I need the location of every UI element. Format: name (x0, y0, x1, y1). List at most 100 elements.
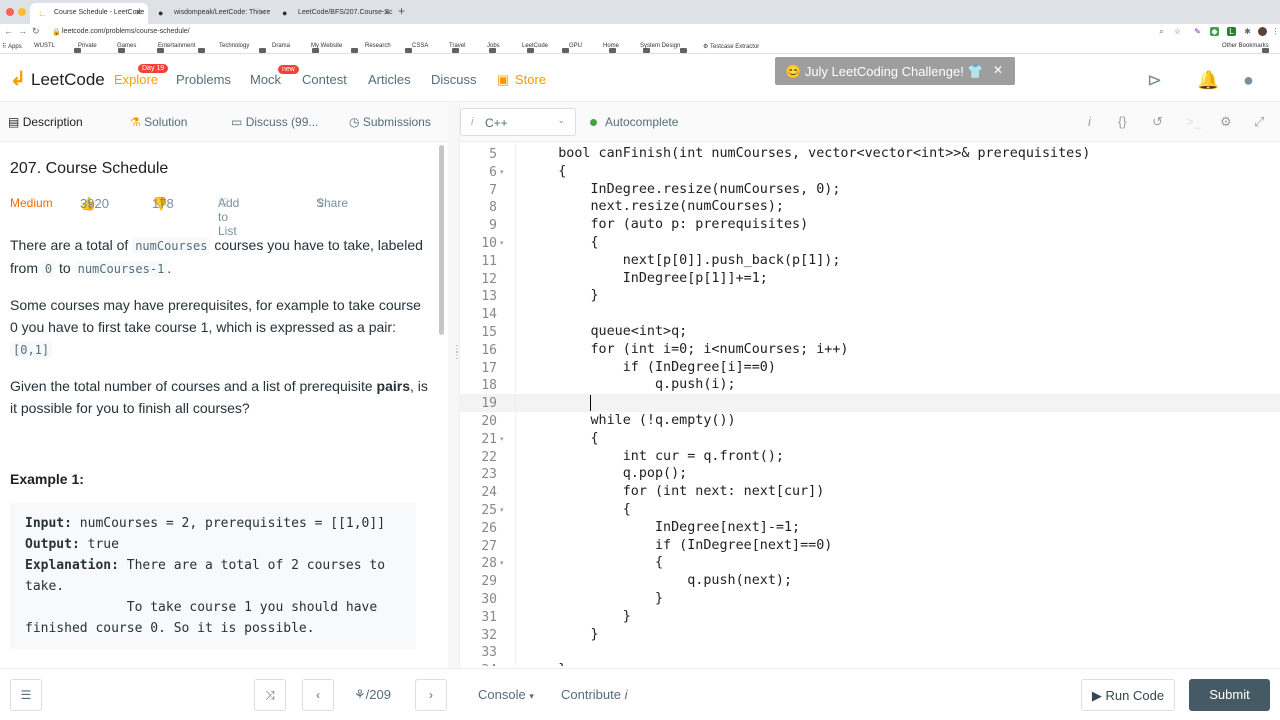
bookmark-travel[interactable]: Travel (449, 43, 496, 53)
nav-articles[interactable]: Articles (368, 72, 411, 87)
bookmark-research[interactable]: Research (365, 43, 412, 53)
bell-icon[interactable]: 🔔 (1197, 70, 1219, 91)
code-line[interactable]: 14 (460, 305, 1280, 323)
playground-icon[interactable]: ⊳ (1147, 70, 1162, 91)
reload-icon[interactable]: ↻ (32, 26, 40, 37)
tab-description[interactable]: ▤ Description (8, 115, 83, 129)
bookmark-cssa[interactable]: CSSA (412, 43, 459, 53)
random-button[interactable]: ⤨ (254, 679, 286, 711)
settings-icon[interactable]: ⚙ (1220, 114, 1232, 130)
code-line[interactable]: 21 ▾ { (460, 430, 1280, 448)
bookmark-private[interactable]: Private (78, 43, 125, 53)
code-line[interactable]: 7 InDegree.resize(numCourses, 0); (460, 181, 1280, 199)
bookmark-drama[interactable]: Drama (272, 43, 319, 53)
zoom-icon[interactable]: ⌕ (1157, 27, 1166, 36)
fold-arrow-icon[interactable]: ▾ (500, 435, 504, 443)
user-avatar-icon[interactable]: ● (1243, 70, 1254, 91)
contribute-button[interactable]: Contribute i (561, 687, 628, 702)
code-line[interactable]: 31 } (460, 608, 1280, 626)
close-icon[interactable]: ✕ (259, 8, 266, 17)
next-problem-button[interactable]: › (415, 679, 447, 711)
code-line[interactable]: 5 bool canFinish(int numCourses, vector<… (460, 145, 1280, 163)
code-line[interactable]: 30 } (460, 590, 1280, 608)
code-line[interactable]: 28 ▾ { (460, 554, 1280, 572)
close-icon[interactable]: ✕ (383, 8, 390, 17)
bookmark-gpu[interactable]: GPU (569, 43, 616, 53)
nav-mock[interactable]: Mock (250, 72, 281, 87)
code-line[interactable]: 27 if (InDegree[next]==0) (460, 537, 1280, 555)
profile-avatar[interactable] (1258, 27, 1267, 36)
submit-button[interactable]: Submit (1189, 679, 1270, 711)
close-icon[interactable]: ✕ (993, 63, 1003, 77)
nav-store[interactable]: Store (515, 72, 546, 87)
code-line[interactable]: 15 queue<int>q; (460, 323, 1280, 341)
console-button[interactable]: Console ▾ (478, 687, 534, 702)
terminal-icon[interactable]: >_ (1186, 114, 1201, 129)
fold-arrow-icon[interactable]: ▾ (500, 239, 504, 247)
logo-text[interactable]: LeetCode (31, 70, 105, 90)
nav-explore[interactable]: Explore (114, 72, 158, 87)
code-line[interactable]: 32 } (460, 626, 1280, 644)
tab-solution[interactable]: ⚗ Solution (130, 115, 187, 129)
browser-tab-leetcode[interactable]: ∟ Course Schedule - LeetCode ✕ (30, 3, 148, 24)
code-editor[interactable]: 5 bool canFinish(int numCourses, vector<… (460, 142, 1280, 666)
minimize-window-button[interactable] (18, 8, 26, 16)
bookmark-leetcode[interactable]: LeetCode (522, 43, 569, 53)
code-line[interactable]: 22 int cur = q.front(); (460, 448, 1280, 466)
close-window-button[interactable] (6, 8, 14, 16)
code-line[interactable]: 29 q.push(next); (460, 572, 1280, 590)
bookmark-testcase-extractor[interactable]: ⚙ Testcase Extractor (703, 43, 759, 50)
code-line[interactable]: 25 ▾ { (460, 501, 1280, 519)
bookmark-wustl[interactable]: WUSTL (34, 43, 81, 53)
code-line[interactable]: 23 q.pop(); (460, 465, 1280, 483)
bookmark-home[interactable]: Home (603, 43, 650, 53)
code-line[interactable]: 17 if (InDegree[i]==0) (460, 359, 1280, 377)
pen-extension-icon[interactable]: ✎ (1193, 27, 1202, 36)
panel-splitter[interactable]: ⋮ ⋮ (448, 102, 462, 668)
bookmark-technology[interactable]: Technology (219, 43, 266, 53)
code-line[interactable]: 34 } (460, 661, 1280, 666)
bookmark-entertainment[interactable]: Entertainment (158, 43, 205, 53)
code-line[interactable]: 26 InDegree[next]-=1; (460, 519, 1280, 537)
leetcode-logo-icon[interactable]: ↲ (10, 68, 26, 91)
browser-tab-github-1[interactable]: ● wisdompeak/LeetCode: This re ✕ (150, 3, 272, 24)
menu-icon[interactable]: ⋮ (1271, 27, 1280, 36)
code-line[interactable]: 8 next.resize(numCourses); (460, 198, 1280, 216)
new-tab-button[interactable]: + (398, 4, 405, 18)
braces-icon[interactable]: {} (1118, 114, 1127, 129)
scrollbar-thumb[interactable] (439, 145, 444, 335)
code-line[interactable]: 24 for (int next: next[cur]) (460, 483, 1280, 501)
puzzle-icon[interactable]: ✱ (1243, 27, 1252, 36)
reset-icon[interactable]: ↺ (1152, 114, 1163, 130)
back-icon[interactable]: ← (4, 26, 13, 36)
autocomplete-toggle[interactable]: Autocomplete (590, 115, 678, 129)
nav-discuss[interactable]: Discuss (431, 72, 477, 87)
nav-problems[interactable]: Problems (176, 72, 231, 87)
code-line[interactable]: 10 ▾ { (460, 234, 1280, 252)
prev-problem-button[interactable]: ‹ (302, 679, 334, 711)
extension-icon[interactable]: ◆ (1210, 27, 1219, 36)
bookmark-games[interactable]: Games (117, 43, 164, 53)
problem-list-button[interactable]: ☰ (10, 679, 42, 711)
tab-discuss[interactable]: ▭ Discuss (99... (231, 115, 318, 129)
nav-contest[interactable]: Contest (302, 72, 347, 87)
fold-arrow-icon[interactable]: ▾ (500, 559, 504, 567)
code-line[interactable]: 16 for (int i=0; i<numCourses; i++) (460, 341, 1280, 359)
code-line[interactable]: 13 } (460, 287, 1280, 305)
challenge-banner[interactable]: 😊 July LeetCoding Challenge! 👕 ✕ (775, 57, 1015, 85)
star-icon[interactable]: ☆ (1173, 27, 1182, 36)
code-line[interactable]: 6 ▾ { (460, 163, 1280, 181)
bookmark-system-design[interactable]: System Design (640, 43, 687, 53)
browser-tab-github-2[interactable]: ● LeetCode/BFS/207.Course-Sc ✕ (274, 3, 396, 24)
code-line[interactable]: 12 InDegree[p[1]]+=1; (460, 270, 1280, 288)
fold-arrow-icon[interactable]: ▾ (500, 168, 504, 176)
l-extension-icon[interactable]: L (1227, 27, 1236, 36)
tab-submissions[interactable]: ◷ Submissions (349, 115, 431, 129)
code-line[interactable]: 18 q.push(i); (460, 376, 1280, 394)
fold-arrow-icon[interactable]: ▾ (500, 506, 504, 514)
code-line[interactable]: 20 while (!q.empty()) (460, 412, 1280, 430)
run-code-button[interactable]: ▶ Run Code (1081, 679, 1175, 711)
bookmark-apps[interactable]: ⠿ Apps (2, 43, 22, 50)
code-line[interactable]: 19 (460, 394, 1280, 413)
code-line[interactable]: 9 for (auto p: prerequisites) (460, 216, 1280, 234)
